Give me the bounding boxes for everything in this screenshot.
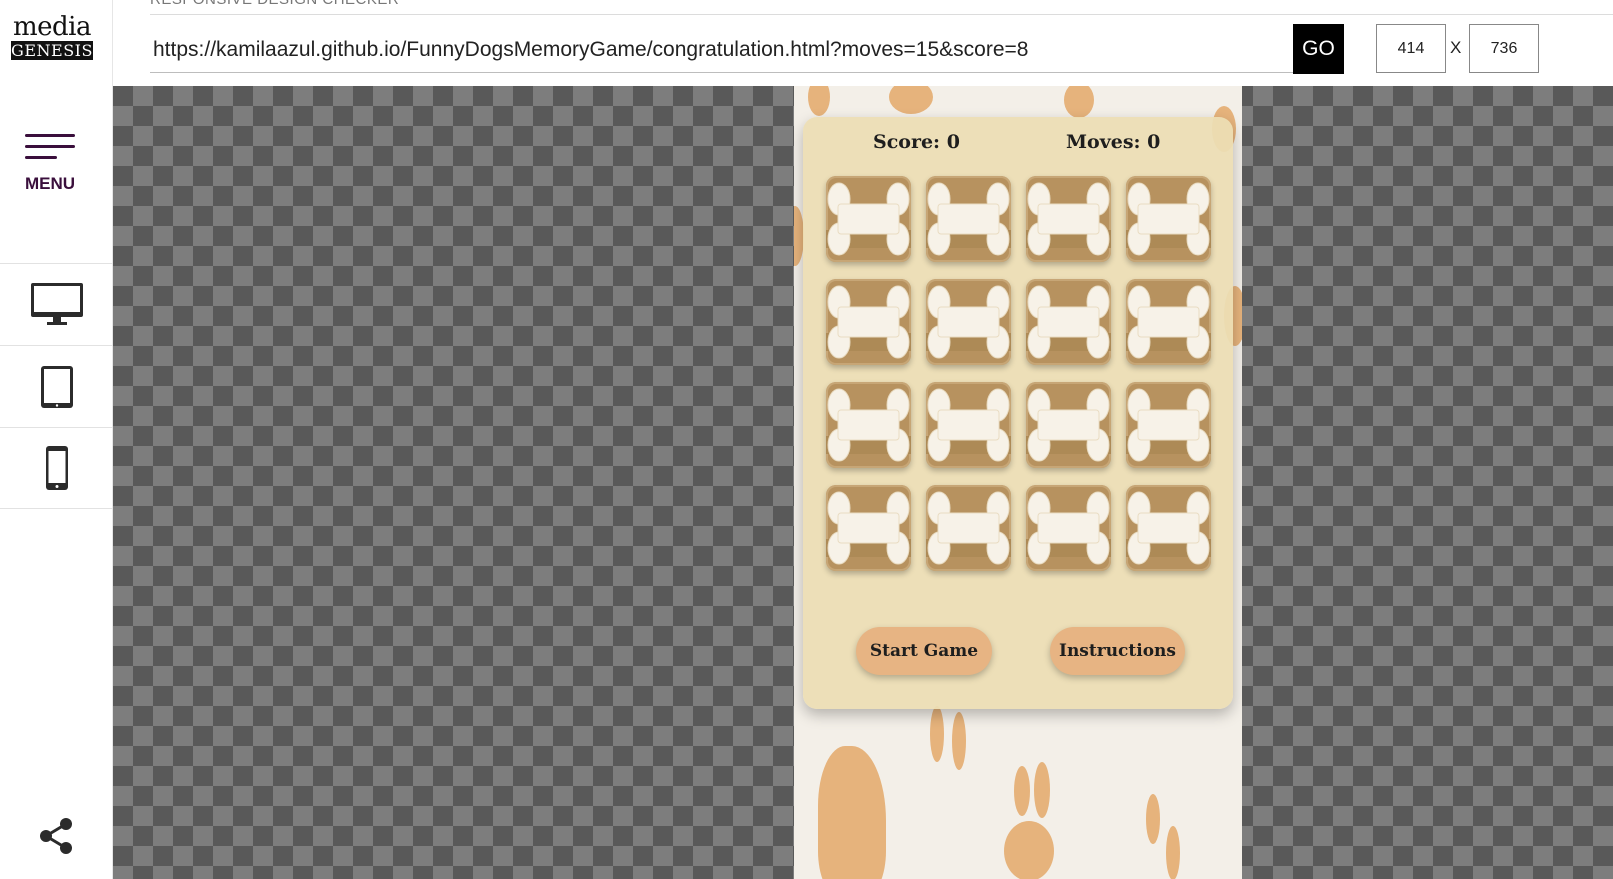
bone-icon xyxy=(827,388,910,462)
memory-card-tile[interactable] xyxy=(1126,279,1211,365)
bone-icon xyxy=(827,491,910,565)
share-icon xyxy=(40,818,72,854)
height-input[interactable] xyxy=(1469,24,1539,73)
memory-card-tile[interactable] xyxy=(1026,279,1111,365)
width-input[interactable] xyxy=(1376,24,1446,73)
bone-icon xyxy=(927,388,1010,462)
bone-icon xyxy=(1027,388,1110,462)
paw-print-decoration xyxy=(952,712,966,770)
paw-print-decoration xyxy=(930,706,944,762)
bone-icon xyxy=(927,491,1010,565)
score-label: Score: 0 xyxy=(873,131,960,153)
sidebar: media GENESIS MENU xyxy=(0,0,113,879)
paw-print-decoration xyxy=(1166,826,1180,879)
menu-label: MENU xyxy=(25,174,76,193)
hamburger-icon xyxy=(25,134,75,137)
memory-card-tile[interactable] xyxy=(826,382,911,468)
bone-icon xyxy=(927,182,1010,256)
memory-card-tile[interactable] xyxy=(926,176,1011,262)
paw-print-decoration xyxy=(1034,762,1050,818)
memory-card-tile[interactable] xyxy=(926,485,1011,571)
title-divider xyxy=(150,14,1613,15)
memory-card-tile[interactable] xyxy=(1126,485,1211,571)
bone-icon xyxy=(1027,285,1110,359)
bone-icon xyxy=(1127,491,1210,565)
page-title: RESPONSIVE DESIGN CHECKER xyxy=(150,0,399,8)
mobile-icon xyxy=(45,446,68,490)
game-board: Score: 0 Moves: 0 Start Game Instruction… xyxy=(803,117,1233,709)
instructions-button[interactable]: Instructions xyxy=(1050,627,1185,675)
go-button[interactable]: GO xyxy=(1293,24,1344,74)
paw-print-decoration xyxy=(1064,86,1094,118)
memory-card-tile[interactable] xyxy=(1026,176,1111,262)
paw-print-decoration xyxy=(1004,821,1054,879)
memory-card-tile[interactable] xyxy=(1126,382,1211,468)
share-button[interactable] xyxy=(36,816,76,856)
bone-icon xyxy=(1027,182,1110,256)
bone-icon xyxy=(1127,285,1210,359)
url-input[interactable] xyxy=(150,27,1293,73)
bone-icon xyxy=(1027,491,1110,565)
bone-icon xyxy=(827,285,910,359)
bone-icon xyxy=(927,285,1010,359)
memory-card-tile[interactable] xyxy=(826,485,911,571)
desktop-icon xyxy=(30,282,83,325)
paw-print-decoration xyxy=(808,86,830,116)
bone-icon xyxy=(1127,388,1210,462)
start-game-button[interactable]: Start Game xyxy=(856,627,992,675)
memory-card-tile[interactable] xyxy=(1026,382,1111,468)
memory-card-tile[interactable] xyxy=(1026,485,1111,571)
tablet-view-button[interactable] xyxy=(0,345,113,427)
tablet-icon xyxy=(40,365,73,408)
paw-print-decoration xyxy=(1146,794,1160,844)
media-genesis-logo[interactable]: media GENESIS xyxy=(10,14,94,62)
memory-card-tile[interactable] xyxy=(926,279,1011,365)
memory-card-tile[interactable] xyxy=(826,279,911,365)
paw-print-decoration xyxy=(818,746,886,879)
moves-label: Moves: 0 xyxy=(1066,131,1161,153)
logo-bottom-text: GENESIS xyxy=(11,41,93,60)
hamburger-icon-line xyxy=(25,145,75,148)
desktop-view-button[interactable] xyxy=(0,263,113,345)
memory-card-tile[interactable] xyxy=(1126,176,1211,262)
menu-button[interactable]: MENU xyxy=(14,128,84,194)
dimension-separator: X xyxy=(1450,38,1462,57)
paw-print-decoration xyxy=(1014,766,1030,816)
top-bar: RESPONSIVE DESIGN CHECKER GO X xyxy=(113,0,1613,86)
logo-top-text: media xyxy=(12,12,92,42)
memory-card-tile[interactable] xyxy=(826,176,911,262)
bone-icon xyxy=(827,182,910,256)
hamburger-icon-line xyxy=(25,156,57,159)
bone-icon xyxy=(1127,182,1210,256)
paw-print-decoration xyxy=(889,86,933,114)
memory-card-tile[interactable] xyxy=(926,382,1011,468)
phone-preview-frame: Score: 0 Moves: 0 Start Game Instruction… xyxy=(794,86,1242,879)
mobile-view-button[interactable] xyxy=(0,427,113,509)
